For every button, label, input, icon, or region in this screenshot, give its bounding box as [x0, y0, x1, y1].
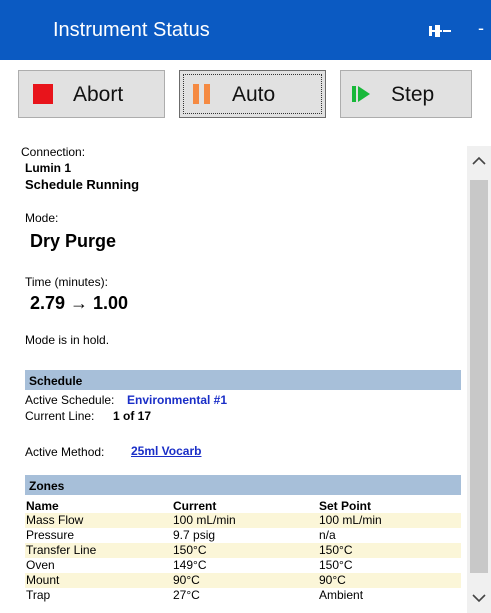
table-row: Transfer Line 150°C 150°C [25, 543, 461, 558]
step-button-label: Step [391, 82, 435, 106]
vertical-scrollbar[interactable] [467, 146, 491, 613]
active-method-link[interactable]: 25ml Vocarb [131, 445, 201, 457]
zone-name: Mass Flow [25, 513, 172, 528]
zone-setpoint: 100 mL/min [318, 513, 461, 528]
abort-button[interactable]: Abort [18, 70, 165, 118]
abort-button-label: Abort [73, 82, 124, 106]
zone-name: Transfer Line [25, 543, 172, 558]
step-play-icon [352, 86, 370, 102]
time-value: 2.79 → 1.00 [30, 293, 129, 313]
title-bar: Instrument Status - [0, 0, 491, 60]
zone-current: 27°C [172, 588, 318, 603]
zone-setpoint: 150°C [318, 558, 461, 573]
zone-name: Oven [25, 558, 172, 573]
auto-button-label: Auto [232, 82, 276, 106]
pin-icon[interactable] [429, 24, 457, 38]
mode-label: Mode: [25, 211, 59, 225]
zones-section-header: Zones [25, 475, 461, 495]
window-title: Instrument Status [53, 19, 210, 41]
collapse-icon[interactable]: - [478, 19, 491, 39]
active-schedule-link[interactable]: Environmental #1 [127, 394, 227, 406]
instrument-name: Lumin 1 [25, 161, 72, 175]
time-label: Time (minutes): [25, 275, 108, 289]
connection-label: Connection: [21, 145, 86, 159]
zone-setpoint: Ambient [318, 588, 461, 603]
pause-icon [192, 84, 212, 104]
current-line-value: 1 of 17 [113, 409, 152, 423]
schedule-header-label: Schedule [29, 374, 83, 388]
scrollbar-thumb[interactable] [470, 180, 488, 573]
zone-setpoint: 90°C [318, 573, 461, 588]
zone-name: Mount [25, 573, 172, 588]
zone-name: Trap [25, 588, 172, 603]
active-method-label: Active Method: [25, 445, 105, 459]
mode-value: Dry Purge [30, 231, 117, 251]
zone-current: 100 mL/min [172, 513, 318, 528]
auto-button[interactable]: Auto [179, 70, 326, 118]
table-row: Mass Flow 100 mL/min 100 mL/min [25, 513, 461, 528]
step-button[interactable]: Step [340, 70, 472, 118]
stop-square-icon [33, 84, 53, 104]
table-row: Mount 90°C 90°C [25, 573, 461, 588]
schedule-state: Schedule Running [25, 177, 140, 192]
zone-current: 9.7 psig [172, 528, 318, 543]
zone-setpoint: 150°C [318, 543, 461, 558]
zone-current: 90°C [172, 573, 318, 588]
hold-message: Mode is in hold. [25, 333, 110, 347]
zone-current: 150°C [172, 543, 318, 558]
zone-current: 149°C [172, 558, 318, 573]
zones-header-row: Name Current Set Point [25, 500, 461, 513]
schedule-section-header: Schedule [25, 370, 461, 390]
toolbar: Abort Auto Step [0, 60, 491, 128]
column-header: Name [26, 499, 59, 513]
chevron-up-icon[interactable] [467, 146, 491, 176]
table-row: Trap 27°C Ambient [25, 588, 461, 603]
status-panel: Connection: Lumin 1 Schedule Running Mod… [0, 128, 491, 613]
column-header: Set Point [319, 499, 372, 513]
zones-header-label: Zones [29, 479, 65, 493]
table-row: Pressure 9.7 psig n/a [25, 528, 461, 543]
zone-setpoint: n/a [318, 528, 461, 543]
zone-name: Pressure [25, 528, 172, 543]
active-schedule-label: Active Schedule: [25, 393, 115, 407]
table-row: Oven 149°C 150°C [25, 558, 461, 573]
column-header: Current [173, 499, 217, 513]
chevron-down-icon[interactable] [467, 583, 491, 613]
current-line-label: Current Line: [25, 409, 95, 423]
zones-table: Name Current Set Point Mass Flow 100 mL/… [25, 500, 461, 603]
